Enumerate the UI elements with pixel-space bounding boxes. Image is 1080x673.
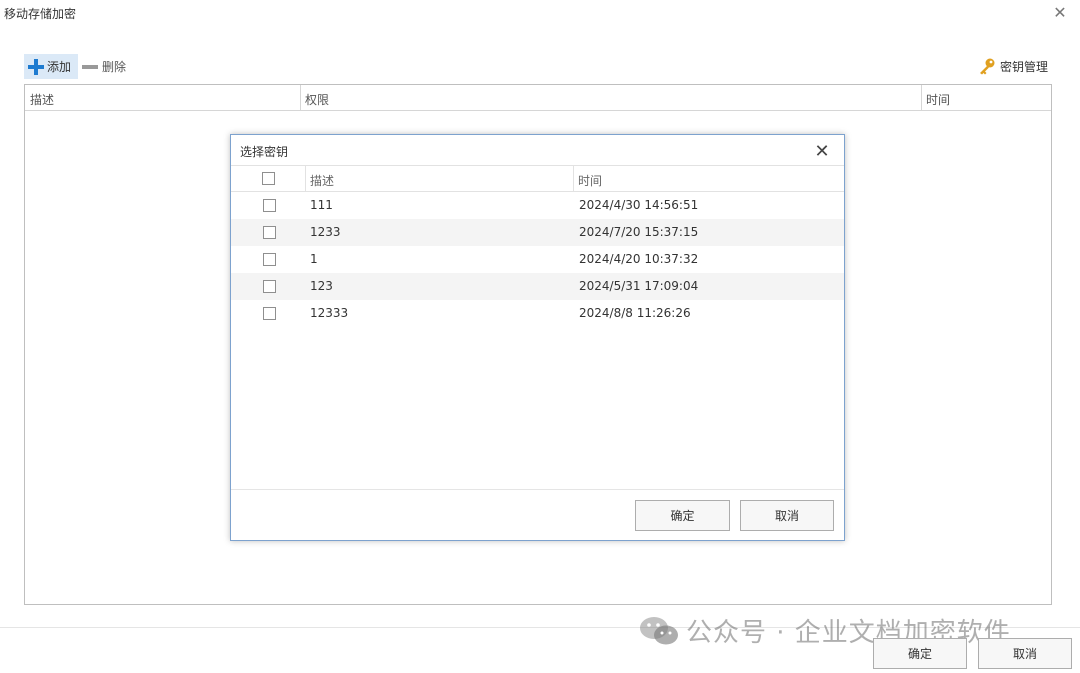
delete-button[interactable]: 删除 (82, 54, 126, 79)
row-checkbox[interactable] (263, 307, 276, 320)
window-close-icon[interactable]: ✕ (1050, 2, 1070, 22)
row-checkbox[interactable] (263, 226, 276, 239)
add-button-label: 添加 (47, 60, 72, 74)
dialog-key-list: 111 2024/4/30 14:56:51 1233 2024/7/20 15… (231, 192, 844, 327)
ok-button[interactable]: 确定 (873, 638, 967, 669)
row-description: 1233 (310, 225, 341, 239)
window-title: 移动存储加密 (4, 7, 77, 21)
dialog-table-header: 描述 时间 (231, 165, 844, 192)
row-time: 2024/8/8 11:26:26 (579, 306, 691, 320)
select-key-dialog: 选择密钥 ✕ 描述 时间 111 2024/4/30 14:56:51 1233… (230, 134, 845, 541)
plus-icon (28, 58, 44, 75)
table-header: 描述 权限 时间 (25, 85, 1051, 111)
column-header-permission[interactable]: 权限 (305, 91, 329, 108)
row-checkbox[interactable] (263, 253, 276, 266)
row-description: 12333 (310, 306, 349, 320)
row-description: 123 (310, 279, 333, 293)
dialog-close-icon[interactable]: ✕ (811, 140, 833, 162)
delete-button-label: 删除 (102, 60, 127, 74)
row-description: 111 (310, 198, 333, 212)
key-management-label: 密钥管理 (1000, 59, 1049, 74)
cancel-button[interactable]: 取消 (978, 638, 1072, 669)
column-header-description[interactable]: 描述 (30, 91, 54, 108)
table-row[interactable]: 12333 2024/8/8 11:26:26 (231, 300, 844, 327)
dialog-column-description[interactable]: 描述 (310, 172, 334, 189)
table-row[interactable]: 123 2024/5/31 17:09:04 (231, 273, 844, 300)
row-time: 2024/5/31 17:09:04 (579, 279, 699, 293)
dialog-cancel-button[interactable]: 取消 (740, 500, 834, 531)
table-row[interactable]: 1233 2024/7/20 15:37:15 (231, 219, 844, 246)
table-row[interactable]: 111 2024/4/30 14:56:51 (231, 192, 844, 219)
column-divider[interactable] (305, 166, 306, 191)
row-time: 2024/4/30 14:56:51 (579, 198, 699, 212)
dialog-ok-button[interactable]: 确定 (635, 500, 730, 531)
column-divider[interactable] (300, 85, 301, 111)
dialog-title: 选择密钥 (240, 145, 289, 159)
row-time: 2024/4/20 10:37:32 (579, 252, 699, 266)
minus-icon (82, 64, 98, 69)
row-checkbox[interactable] (263, 280, 276, 293)
row-time: 2024/7/20 15:37:15 (579, 225, 699, 239)
wechat-icon (640, 616, 678, 644)
column-divider[interactable] (573, 166, 574, 191)
dialog-footer-divider (231, 489, 844, 490)
add-button[interactable]: 添加 (24, 54, 78, 79)
row-checkbox[interactable] (263, 199, 276, 212)
key-management-button[interactable]: 密钥管理 (978, 57, 1048, 75)
table-row[interactable]: 1 2024/4/20 10:37:32 (231, 246, 844, 273)
dialog-column-time[interactable]: 时间 (578, 172, 602, 189)
row-description: 1 (310, 252, 318, 266)
column-divider[interactable] (921, 85, 922, 111)
select-all-checkbox[interactable] (262, 172, 275, 185)
column-header-time[interactable]: 时间 (926, 91, 950, 108)
key-icon (980, 58, 995, 75)
